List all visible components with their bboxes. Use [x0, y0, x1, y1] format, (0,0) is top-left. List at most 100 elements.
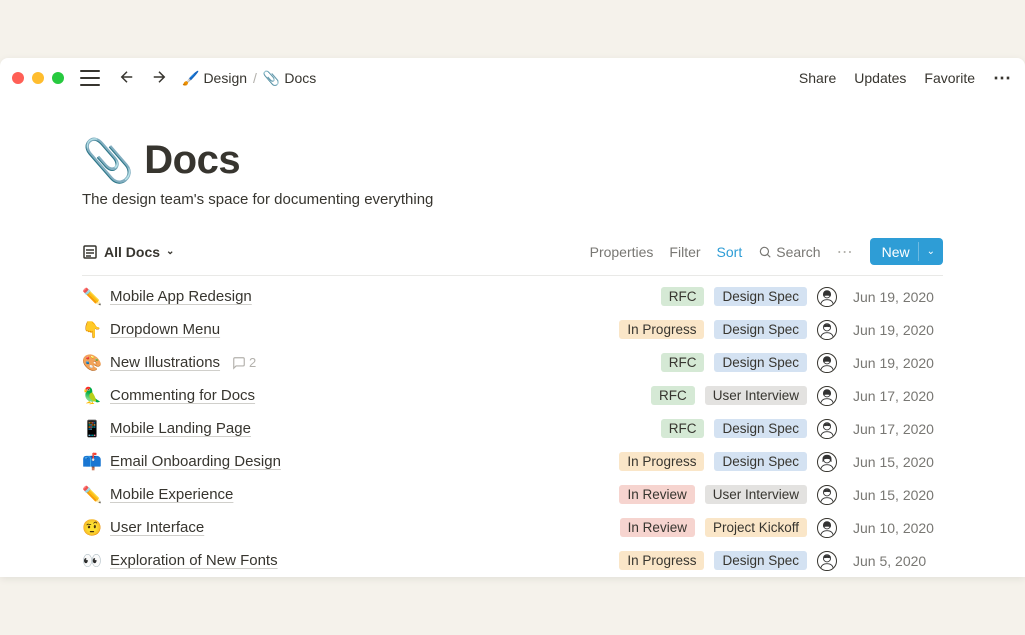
doc-title[interactable]: Mobile Landing Page	[110, 420, 251, 437]
doc-icon: 🦜	[82, 386, 102, 406]
page-header: 📎 Docs	[82, 138, 943, 183]
view-toolbar: All Docs ⌄ Properties Filter Sort Search…	[82, 238, 943, 276]
doc-title[interactable]: Dropdown Menu	[110, 321, 220, 338]
doc-title[interactable]: Mobile App Redesign	[110, 288, 252, 305]
doc-row-right: RFC Design Spec Jun 19, 2020	[661, 353, 943, 373]
type-tag: Design Spec	[714, 353, 807, 372]
doc-row[interactable]: ✏️ Mobile Experience In Review User Intervi…	[82, 478, 943, 511]
status-tag: In Review	[620, 518, 695, 537]
doc-title[interactable]: User Interface	[110, 519, 204, 536]
favorite-button[interactable]: Favorite	[924, 70, 975, 86]
paperclip-icon: 📎	[263, 70, 280, 87]
chevron-down-icon: ⌄	[166, 246, 174, 257]
type-tag: User Interview	[705, 485, 807, 504]
doc-row-left: 🤨User Interface	[82, 518, 620, 538]
new-button[interactable]: New ⌄	[870, 238, 943, 265]
avatar	[817, 320, 837, 340]
status-tag: In Progress	[619, 320, 704, 339]
doc-icon: 👇	[82, 320, 102, 340]
share-button[interactable]: Share	[799, 70, 836, 86]
doc-row-right: In Progress Design Spec Jun 5, 2020	[619, 551, 943, 571]
search-label: Search	[776, 244, 820, 260]
avatar	[817, 419, 837, 439]
doc-date: Jun 17, 2020	[853, 421, 943, 437]
topbar-left: 🖌️ Design / 📎 Docs	[12, 66, 316, 91]
hamburger-menu-icon[interactable]	[80, 70, 100, 86]
doc-title[interactable]: Commenting for Docs	[110, 387, 255, 404]
doc-row-right: In ProgressDesign SpecJun 19, 2020	[619, 320, 943, 340]
avatar	[817, 551, 837, 571]
view-selector[interactable]: All Docs ⌄	[82, 244, 174, 260]
view-name: All Docs	[104, 244, 160, 260]
doc-title[interactable]: Email Onboarding Design	[110, 453, 281, 470]
type-tag: Design Spec	[714, 551, 807, 570]
doc-date: Jun 5, 2020	[853, 553, 943, 569]
doc-row[interactable]: 📱Mobile Landing PageRFC Design Spec Jun 17…	[82, 412, 943, 445]
view-controls: Properties Filter Sort Search ⋯ New ⌄	[590, 238, 943, 265]
avatar	[817, 353, 837, 373]
doc-row[interactable]: 👇 Dropdown Menu In ProgressDesign SpecJun …	[82, 313, 943, 346]
doc-row-left: 📫 Email Onboarding Design	[82, 452, 619, 472]
doc-title[interactable]: New Illustrations	[110, 354, 220, 371]
breadcrumb-separator: /	[253, 70, 257, 86]
doc-row-right: RFCUser InterviewJun 17, 2020	[651, 386, 943, 406]
doc-icon: 📫	[82, 452, 102, 472]
doc-date: Jun 19, 2020	[853, 355, 943, 371]
doc-row[interactable]: 👀Exploration of New FontsIn ProgressDesi…	[82, 544, 943, 577]
status-tag: RFC	[661, 419, 705, 438]
updates-button[interactable]: Updates	[854, 70, 906, 86]
doc-date: Jun 15, 2020	[853, 487, 943, 503]
doc-row[interactable]: 🦜 Commenting for Docs RFCUser InterviewJun…	[82, 379, 943, 412]
breadcrumb-current-label: Docs	[284, 70, 316, 86]
avatar	[817, 386, 837, 406]
properties-button[interactable]: Properties	[590, 244, 654, 260]
breadcrumb-current[interactable]: 📎 Docs	[263, 70, 316, 87]
sort-button[interactable]: Sort	[717, 244, 743, 260]
type-tag: Project Kickoff	[705, 518, 807, 537]
doc-icon: ✏️	[82, 485, 102, 505]
doc-row-left: ✏️Mobile App Redesign	[82, 287, 661, 307]
comment-indicator[interactable]: 2	[232, 355, 256, 370]
maximize-window-button[interactable]	[52, 72, 64, 84]
status-tag: RFC	[661, 353, 705, 372]
app-window: 🖌️ Design / 📎 Docs Share Updates Favorit…	[0, 58, 1025, 577]
doc-date: Jun 10, 2020	[853, 520, 943, 536]
doc-row[interactable]: 🤨User InterfaceIn Review Project Kickoff J…	[82, 511, 943, 544]
doc-row[interactable]: 📫Email Onboarding DesignIn ProgressDesig…	[82, 445, 943, 478]
doc-icon: 🎨	[82, 353, 102, 373]
doc-row[interactable]: 🎨 New Illustrations 2 RFC Design Spec Jun 19,…	[82, 346, 943, 379]
status-tag: In Progress	[619, 551, 704, 570]
page-title[interactable]: Docs	[144, 138, 240, 183]
nav-back-button[interactable]	[114, 66, 140, 91]
doc-row-right: In Review User Interview Jun 15, 2020	[619, 485, 943, 505]
status-tag: In Review	[619, 485, 694, 504]
page-icon[interactable]: 📎	[82, 140, 134, 182]
breadcrumb-parent-label: Design	[203, 70, 247, 86]
new-button-chevron-icon[interactable]: ⌄	[918, 242, 943, 261]
toolbar-more-icon[interactable]: ⋯	[837, 242, 854, 262]
type-tag: Design Spec	[714, 419, 807, 438]
more-options-icon[interactable]: ⋯	[993, 68, 1013, 89]
doc-date: Jun 17, 2020	[853, 388, 943, 404]
type-tag: Design Spec	[714, 287, 807, 306]
page-subtitle[interactable]: The design team's space for documenting …	[82, 191, 943, 208]
status-tag: In Progress	[619, 452, 704, 471]
avatar	[817, 287, 837, 307]
breadcrumb-parent[interactable]: 🖌️ Design	[182, 70, 247, 87]
close-window-button[interactable]	[12, 72, 24, 84]
nav-forward-button[interactable]	[146, 66, 172, 91]
doc-title[interactable]: Mobile Experience	[110, 486, 233, 503]
new-button-label: New	[882, 244, 910, 260]
doc-row-left: 📱Mobile Landing Page	[82, 419, 661, 439]
breadcrumb: 🖌️ Design / 📎 Docs	[182, 70, 316, 87]
doc-row[interactable]: ✏️Mobile App RedesignRFCDesign SpecJun 1…	[82, 280, 943, 313]
avatar	[817, 485, 837, 505]
list-view-icon	[82, 244, 98, 260]
minimize-window-button[interactable]	[32, 72, 44, 84]
comment-count: 2	[249, 355, 256, 370]
doc-title[interactable]: Exploration of New Fonts	[110, 552, 278, 569]
search-button[interactable]: Search	[758, 244, 820, 260]
filter-button[interactable]: Filter	[669, 244, 700, 260]
doc-row-left: 🦜 Commenting for Docs	[82, 386, 651, 406]
doc-date: Jun 19, 2020	[853, 289, 943, 305]
